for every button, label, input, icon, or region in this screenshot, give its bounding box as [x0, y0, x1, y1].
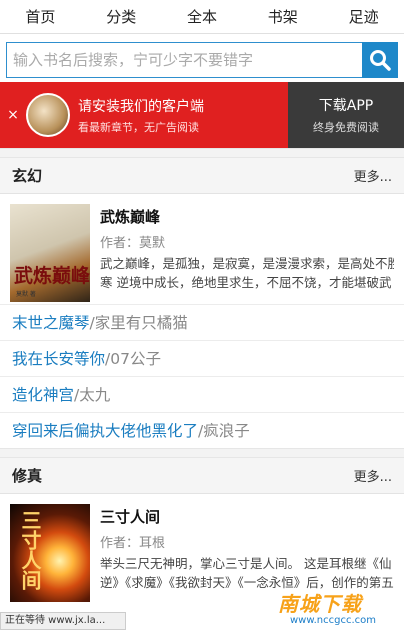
more-link[interactable]: 更多...	[354, 166, 392, 185]
book-title[interactable]: 三寸人间	[100, 506, 394, 527]
nav-bookshelf[interactable]: 书架	[242, 0, 323, 33]
book-author: /太九	[74, 386, 111, 404]
book-link[interactable]: 造化神宫	[12, 386, 74, 404]
top-nav: 首页 分类 全本 书架 足迹	[0, 0, 404, 34]
book-author: /家里有只橘猫	[89, 314, 188, 332]
search-input[interactable]	[6, 42, 362, 78]
book-author: /疯浪子	[198, 422, 250, 440]
browser-status-bar: 正在等待 www.jx.la...	[0, 612, 126, 630]
section-header: 玄幻 更多...	[0, 158, 404, 194]
app-banner: × 请安装我们的客户端 看最新章节，无广告阅读 下载APP 终身免费阅读	[0, 82, 404, 148]
divider	[0, 448, 404, 458]
divider	[0, 148, 404, 158]
section-xiuzhen: 修真 更多... 三寸人间 三寸人间 作者：耳根 举头三尺无神明，掌心三寸是人间…	[0, 458, 404, 604]
banner-subtitle: 看最新章节，无广告阅读	[78, 120, 199, 134]
featured-book[interactable]: 武炼巅峰 莫默 著 武炼巅峰 作者：莫默 武之巅峰，是孤独，是寂寞，是漫漫求索，…	[0, 194, 404, 304]
watermark-text: 南城下载	[278, 592, 362, 616]
download-label: 下载APP	[318, 98, 374, 114]
book-link[interactable]: 穿回来后偏执大佬他黑化了	[12, 422, 198, 440]
watermark-url: www.nccgcc.com	[290, 615, 377, 626]
book-cover[interactable]: 武炼巅峰 莫默 著	[10, 204, 90, 302]
cover-title: 武炼巅峰	[14, 265, 90, 287]
search-button[interactable]	[362, 42, 398, 78]
book-author: 作者：莫默	[100, 236, 166, 251]
cover-title: 三寸人间	[18, 510, 42, 590]
nav-home[interactable]: 首页	[0, 0, 81, 33]
nav-history[interactable]: 足迹	[323, 0, 404, 33]
book-author: /07公子	[105, 350, 161, 368]
cover-author: 莫默 著	[16, 291, 36, 298]
book-cover[interactable]: 三寸人间	[10, 504, 90, 602]
book-description: 武之巅峰，是孤独，是寂寞，是漫漫求索，是高处不胜寒 逆境中成长，绝地里求生，不屈…	[100, 256, 394, 290]
list-item[interactable]: 末世之魔琴/家里有只橘猫	[0, 304, 404, 340]
section-header: 修真 更多...	[0, 458, 404, 494]
banner-promo[interactable]: × 请安装我们的客户端 看最新章节，无广告阅读	[0, 82, 288, 148]
section-title: 修真	[12, 467, 43, 485]
list-item[interactable]: 穿回来后偏执大佬他黑化了/疯浪子	[0, 412, 404, 448]
more-link[interactable]: 更多...	[354, 466, 392, 485]
book-link[interactable]: 我在长安等你	[12, 350, 105, 368]
list-item[interactable]: 我在长安等你/07公子	[0, 340, 404, 376]
download-sublabel: 终身免费阅读	[313, 121, 379, 134]
list-item[interactable]: 造化神宫/太九	[0, 376, 404, 412]
nav-category[interactable]: 分类	[81, 0, 162, 33]
banner-title: 请安装我们的客户端	[78, 98, 204, 115]
close-icon[interactable]: ×	[0, 107, 26, 123]
book-author: 作者：耳根	[100, 536, 166, 551]
nav-complete[interactable]: 全本	[162, 0, 243, 33]
search-bar	[6, 42, 398, 78]
watermark-logo: 南城下载 www.nccgcc.com	[278, 588, 398, 628]
download-app-button[interactable]: 下载APP 终身免费阅读	[288, 82, 404, 148]
search-icon	[370, 50, 391, 71]
section-xuanhuan: 玄幻 更多... 武炼巅峰 莫默 著 武炼巅峰 作者：莫默 武之巅峰，是孤独，是…	[0, 158, 404, 448]
book-link[interactable]: 末世之魔琴	[12, 314, 90, 332]
section-title: 玄幻	[12, 167, 43, 185]
app-logo	[26, 93, 70, 137]
book-title[interactable]: 武炼巅峰	[100, 206, 394, 227]
